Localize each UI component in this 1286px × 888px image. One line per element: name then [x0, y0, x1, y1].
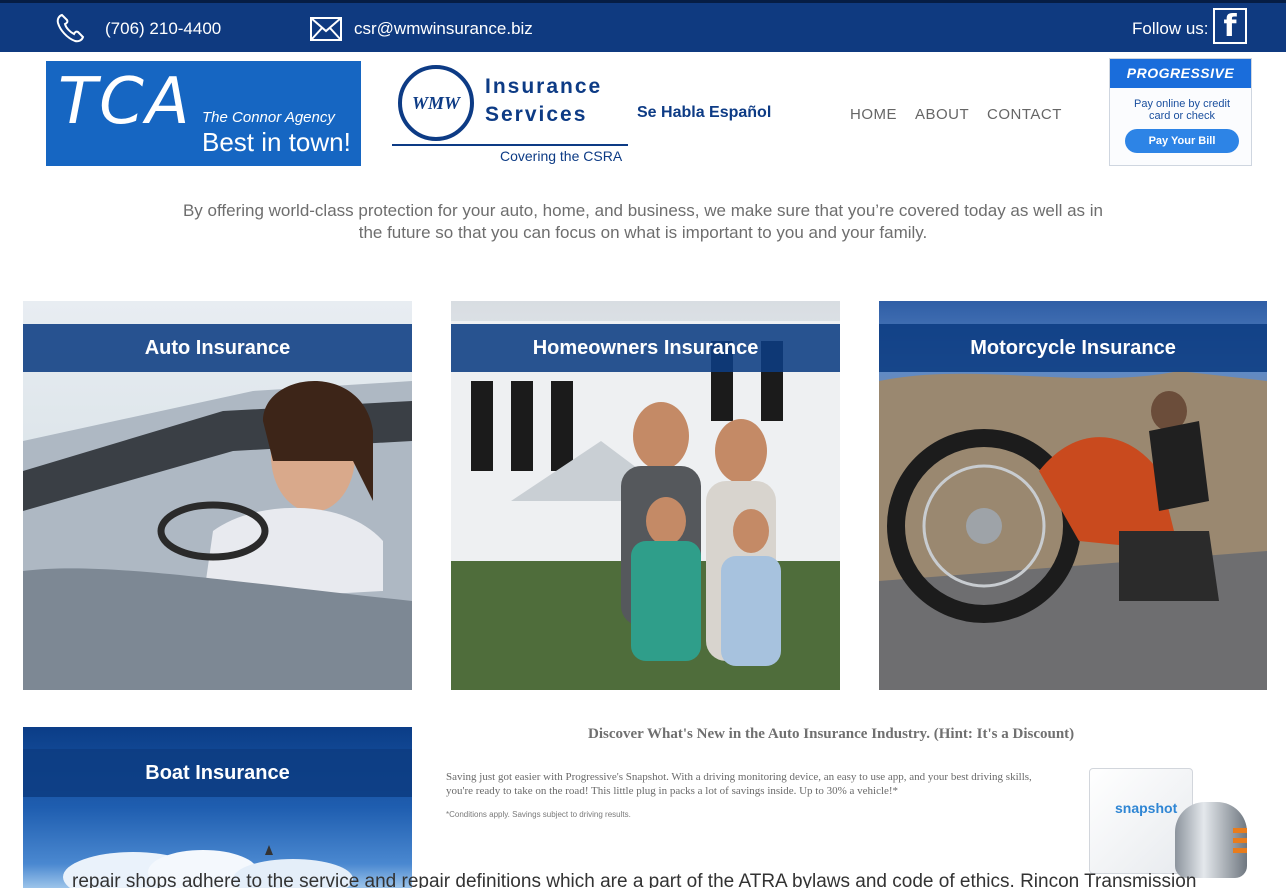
follow-us-label: Follow us:	[1132, 19, 1209, 38]
boat-insurance-card[interactable]: Boat Insurance	[23, 727, 412, 888]
snapshot-device-stripe	[1233, 838, 1247, 843]
intro-tagline: By offering world-class protection for y…	[182, 201, 1104, 242]
wmw-monogram: WMW	[411, 93, 460, 113]
email-link[interactable]: csr@wmwinsurance.biz	[354, 19, 533, 39]
nav-contact-link[interactable]: CONTACT	[987, 106, 1062, 123]
tca-logo-text: TCA	[58, 65, 192, 139]
snapshot-device-image: snapshot	[1051, 762, 1267, 880]
phone-number-link[interactable]: (706) 210-4400	[105, 19, 221, 39]
progressive-pay-text: Pay online by credit card or check	[1134, 98, 1230, 122]
tca-logo[interactable]: TCA The Connor Agency Best in town!	[46, 61, 361, 166]
progressive-pay-widget[interactable]: PROGRESSIVE Pay online by credit card or…	[1109, 58, 1252, 166]
boat-insurance-title: Boat Insurance	[23, 749, 412, 797]
motorcycle-insurance-card[interactable]: Motorcycle Insurance	[879, 301, 1267, 690]
auto-insurance-title: Auto Insurance	[23, 324, 412, 372]
wmw-logo[interactable]: WMW Insurance Services Covering the CSRA	[392, 63, 632, 166]
habla-espanol-label: Se Habla Español	[637, 104, 772, 121]
wmw-monogram-circle: WMW	[398, 65, 474, 141]
wmw-logo-rule	[392, 144, 628, 146]
top-contact-bar: (706) 210-4400 csr@wmwinsurance.biz Foll…	[0, 0, 1286, 52]
homeowners-insurance-title: Homeowners Insurance	[451, 324, 840, 372]
facebook-icon[interactable]: f	[1213, 8, 1247, 44]
wmw-logo-line2: Services	[485, 103, 588, 126]
snapshot-promo-title: Discover What's New in the Auto Insuranc…	[588, 726, 1075, 742]
snapshot-device-stripe	[1233, 848, 1247, 853]
nav-home-link[interactable]: HOME	[850, 106, 897, 123]
overlapping-footer-text: repair shops adhere to the service and r…	[72, 871, 1197, 888]
motorcycle-insurance-title: Motorcycle Insurance	[879, 324, 1267, 372]
nav-about-link[interactable]: ABOUT	[915, 106, 969, 123]
snapshot-box-label: snapshot	[1115, 800, 1178, 816]
tca-slogan: Best in town!	[202, 127, 351, 157]
phone-icon[interactable]	[54, 11, 88, 45]
snapshot-device-stripe	[1233, 828, 1247, 833]
envelope-icon[interactable]	[309, 16, 343, 42]
wmw-logo-tagline: Covering the CSRA	[500, 148, 623, 164]
snapshot-promo-body: Saving just got easier with Progressive'…	[446, 771, 1032, 797]
homeowners-insurance-card[interactable]: Homeowners Insurance	[451, 301, 840, 690]
snapshot-promo-note: *Conditions apply. Savings subject to dr…	[446, 810, 631, 819]
wmw-logo-line1: Insurance	[485, 75, 603, 98]
tca-agency-name: The Connor Agency	[202, 109, 335, 126]
auto-insurance-card[interactable]: Auto Insurance	[23, 301, 412, 690]
pay-your-bill-button[interactable]: Pay Your Bill	[1125, 129, 1239, 153]
progressive-logo: PROGRESSIVE	[1110, 59, 1251, 88]
